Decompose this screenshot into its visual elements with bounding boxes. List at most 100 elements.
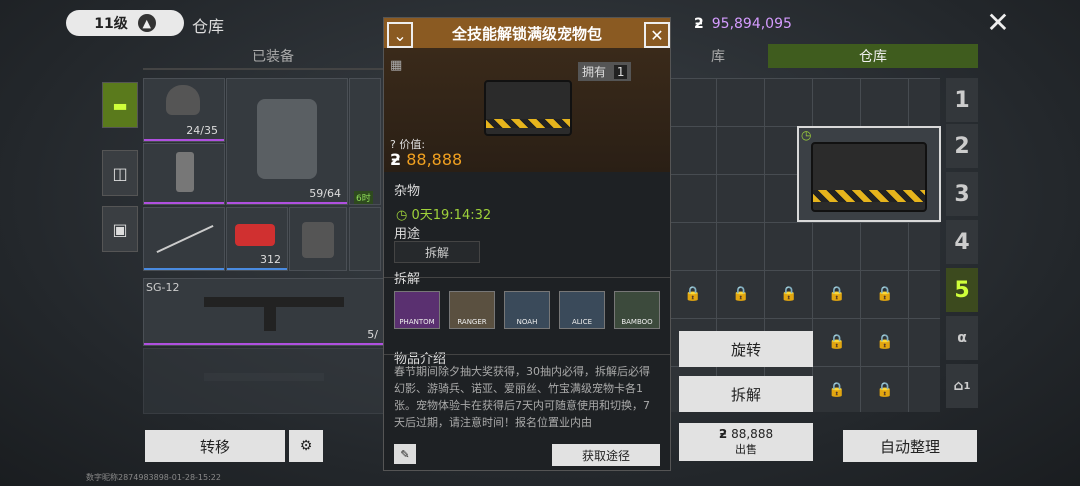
level-text: 11级 [94,16,128,32]
med-count: 312 [260,253,281,266]
divider [384,354,670,355]
currency-display: ƻ 95,894,095 [694,16,792,32]
popup-title: 全技能解锁满级宠物包 [451,24,602,43]
knife-icon [156,224,214,254]
extra-slot[interactable]: 6时 [349,78,381,205]
backpack-icon: ◫ [112,163,128,183]
pet-card-ranger[interactable]: RANGER [449,291,495,329]
close-icon: ✕ [650,25,664,45]
plate-slot[interactable] [289,207,347,271]
expiry-timer: ◷ 0天19:14:32 [396,204,491,223]
house-number: 1 [963,380,971,392]
pet-card-bamboo[interactable]: BAMBOO [614,291,660,329]
auto-sort-button[interactable]: 自动整理 [843,430,977,462]
divider [384,277,670,278]
time-badge: 6时 [354,191,373,204]
sell-label: 出售 [735,443,757,456]
grenade-icon [176,152,194,192]
pet-card-noah[interactable]: NOAH [504,291,550,329]
rarity-bar [144,202,224,204]
rarity-bar [227,268,287,270]
grenade-slot[interactable] [143,143,225,205]
lock-icon: 🔒 [780,286,798,302]
pistol-icon: ▬ [112,95,128,115]
med-slot[interactable]: 312 [226,207,288,271]
sell-price: 88,888 [731,427,774,441]
popup-header: 全技能解锁满级宠物包 [384,18,670,48]
owned-badge: 拥有 1 [578,62,632,81]
value-amount-row: ƻ 88,888 [390,150,462,169]
clock-icon: ◷ [396,208,408,223]
pet-card-label: BAMBOO [621,318,653,326]
case-icon: ▣ [112,219,128,239]
settings-button[interactable]: ⚙ [289,430,323,462]
pet-box-item[interactable]: ◷ [797,126,941,222]
page-2[interactable]: 2 [946,124,978,168]
sell-button[interactable]: ƻ 88,888 出售 [679,423,813,461]
tab-warehouse[interactable]: 仓库 [768,44,978,68]
house-page-button[interactable]: ⌂ 1 [946,364,978,408]
owned-count: 1 [613,65,628,79]
alpha-page-button[interactable]: α [946,316,978,360]
page-4[interactable]: 4 [946,220,978,264]
collapse-button[interactable]: ⌄ [387,22,413,48]
armor-slot[interactable]: 59/64 [226,78,348,205]
item-description: 春节期间除夕抽大奖获得，30抽内必得，拆解后必得幻影、游骑兵、诺亚、爱丽丝、竹宝… [394,365,650,429]
close-button[interactable]: ✕ [985,9,1011,37]
lock-icon: 🔒 [828,286,846,302]
pet-card-label: PHANTOM [399,318,435,326]
medkit-icon [235,224,275,246]
rarity-bar [144,343,384,345]
helmet-durability: 24/35 [186,124,218,137]
page-5[interactable]: 5 [946,268,978,312]
chat-icon: ✎ [400,447,410,461]
tab-storage[interactable]: 库 [668,44,768,68]
weapon-slot[interactable]: SG-12 5/ [143,278,385,346]
weapon-slot-2[interactable] [143,348,385,414]
category-case[interactable]: ▣ [102,206,138,252]
pet-box-icon [484,80,572,136]
coin-icon: ƻ [390,150,402,169]
weapon-name: SG-12 [146,281,180,294]
chat-button[interactable]: ✎ [394,444,416,464]
transfer-button[interactable]: 转移 [145,430,285,462]
rarity-bar [227,202,347,204]
chest-stripe [486,119,570,128]
page-1[interactable]: 1 [946,78,978,122]
lock-icon: 🔒 [876,334,894,350]
helmet-icon [166,85,200,115]
page-3[interactable]: 3 [946,172,978,216]
vest-icon [257,99,317,179]
pet-card-phantom[interactable]: PHANTOM [394,291,440,329]
rotate-button[interactable]: 旋转 [679,331,813,367]
grid-size-icon: ▦ [390,58,403,73]
house-icon: ⌂ [953,378,964,394]
rarity-bar [144,268,224,270]
coin-icon: ƻ [718,427,728,441]
melee-slot[interactable] [143,207,225,271]
usage-label: 用途 [394,227,421,242]
chevron-down-icon: ⌄ [393,25,407,45]
tab-equipped[interactable]: 已装备 [143,44,403,70]
popup-close-button[interactable]: ✕ [644,22,670,48]
chest-icon [811,142,927,212]
lock-icon: 🔒 [732,286,750,302]
timer-icon: ◷ [801,128,812,142]
pet-card-alice[interactable]: ALICE [559,291,605,329]
item-detail-popup: 全技能解锁满级宠物包 ⌄ ✕ ▦ 拥有 1 ? 价值: ƻ 88,888 杂物 … [383,17,671,471]
dismantle-button[interactable]: 拆解 [679,376,813,412]
acquire-source-button[interactable]: 获取途径 [552,444,660,466]
rifle-mag [264,305,276,331]
category-weapons[interactable]: ▬ [102,82,138,128]
lock-icon: 🔒 [876,382,894,398]
helmet-slot[interactable]: 24/35 [143,78,225,142]
extra-slot-2[interactable] [349,207,381,271]
pet-card-label: ALICE [571,318,593,326]
rarity-bar [144,139,224,141]
value-amount: 88,888 [406,150,463,169]
rifle-silhouette-icon [204,373,324,381]
alpha-icon: α [957,330,967,346]
lock-icon: 🔒 [876,286,894,302]
chest-stripe [813,190,925,202]
category-backpack[interactable]: ◫ [102,150,138,196]
